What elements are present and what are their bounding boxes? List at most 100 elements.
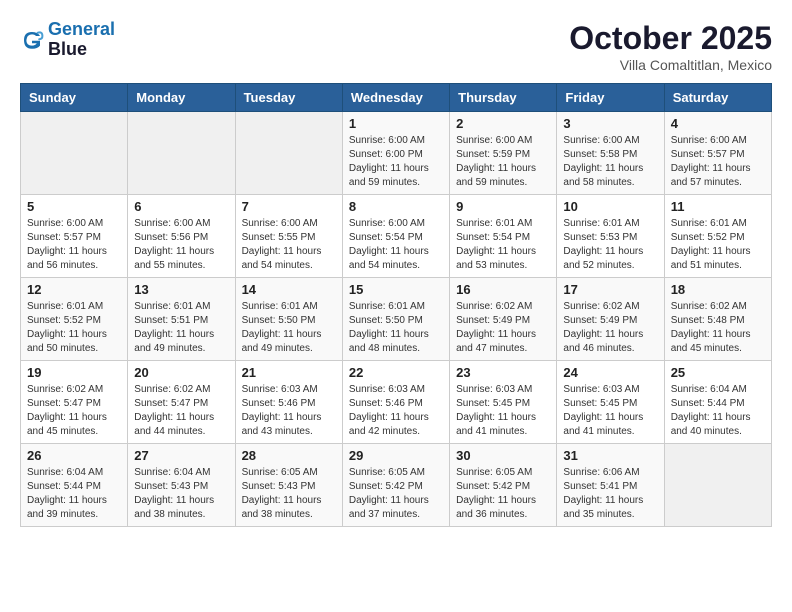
day-number: 23 — [456, 365, 550, 380]
calendar-cell: 28 Sunrise: 6:05 AM Sunset: 5:43 PM Dayli… — [235, 444, 342, 527]
calendar-cell: 22Sunrise: 6:03 AM Sunset: 5:46 PM Dayli… — [342, 361, 449, 444]
logo-icon — [20, 28, 44, 52]
day-number: 5 — [27, 199, 121, 214]
day-number: 25 — [671, 365, 765, 380]
day-info: Sunrise: 6:02 AM Sunset: 5:48 PM Dayligh… — [671, 300, 765, 356]
location: Villa Comaltitlan, Mexico — [569, 57, 772, 73]
day-number: 24 — [563, 365, 657, 380]
day-number: 28 — [242, 448, 336, 463]
weekday-header-monday: Monday — [128, 84, 235, 112]
weekday-header-tuesday: Tuesday — [235, 84, 342, 112]
day-info: Sunrise: 6:01 AM Sunset: 5:52 PM Dayligh… — [27, 300, 121, 356]
logo: General Blue — [20, 20, 115, 60]
calendar-cell: 26Sunrise: 6:04 AM Sunset: 5:44 PM Dayli… — [21, 444, 128, 527]
calendar-cell: 10 Sunrise: 6:01 AM Sunset: 5:53 PM Dayli… — [557, 195, 664, 278]
day-number: 16 — [456, 282, 550, 297]
day-number: 30 — [456, 448, 550, 463]
day-info: Sunrise: 6:00 AM Sunset: 6:00 PM Dayligh… — [349, 134, 443, 190]
calendar-body: 1 Sunrise: 6:00 AM Sunset: 6:00 PM Daylig… — [21, 112, 772, 527]
day-number: 6 — [134, 199, 228, 214]
day-number: 10 — [563, 199, 657, 214]
calendar-table: SundayMondayTuesdayWednesdayThursdayFrid… — [20, 83, 772, 527]
calendar-cell: 23 Sunrise: 6:03 AM Sunset: 5:45 PM Dayli… — [450, 361, 557, 444]
day-number: 1 — [349, 116, 443, 131]
weekday-header-thursday: Thursday — [450, 84, 557, 112]
day-info: Sunrise: 6:02 AM Sunset: 5:49 PM Dayligh… — [456, 300, 550, 356]
calendar-cell: 12Sunrise: 6:01 AM Sunset: 5:52 PM Dayli… — [21, 278, 128, 361]
weekday-header-wednesday: Wednesday — [342, 84, 449, 112]
calendar-cell: 29 Sunrise: 6:05 AM Sunset: 5:42 PM Dayli… — [342, 444, 449, 527]
calendar-cell: 24 Sunrise: 6:03 AM Sunset: 5:45 PM Dayli… — [557, 361, 664, 444]
day-number: 31 — [563, 448, 657, 463]
day-number: 20 — [134, 365, 228, 380]
day-info: Sunrise: 6:05 AM Sunset: 5:42 PM Dayligh… — [456, 466, 550, 522]
title-block: October 2025 Villa Comaltitlan, Mexico — [569, 20, 772, 73]
day-number: 2 — [456, 116, 550, 131]
day-number: 19 — [27, 365, 121, 380]
day-info: Sunrise: 6:01 AM Sunset: 5:53 PM Dayligh… — [563, 217, 657, 273]
day-info: Sunrise: 6:00 AM Sunset: 5:55 PM Dayligh… — [242, 217, 336, 273]
calendar-cell: 11Sunrise: 6:01 AM Sunset: 5:52 PM Dayli… — [664, 195, 771, 278]
weekday-header-saturday: Saturday — [664, 84, 771, 112]
day-info: Sunrise: 6:00 AM Sunset: 5:59 PM Dayligh… — [456, 134, 550, 190]
calendar-cell: 8 Sunrise: 6:00 AM Sunset: 5:54 PM Daylig… — [342, 195, 449, 278]
day-number: 22 — [349, 365, 443, 380]
day-info: Sunrise: 6:00 AM Sunset: 5:57 PM Dayligh… — [27, 217, 121, 273]
calendar-cell: 17 Sunrise: 6:02 AM Sunset: 5:49 PM Dayli… — [557, 278, 664, 361]
day-info: Sunrise: 6:00 AM Sunset: 5:56 PM Dayligh… — [134, 217, 228, 273]
day-number: 26 — [27, 448, 121, 463]
day-number: 29 — [349, 448, 443, 463]
calendar-cell: 7 Sunrise: 6:00 AM Sunset: 5:55 PM Daylig… — [235, 195, 342, 278]
page-header: General Blue October 2025 Villa Comaltit… — [20, 20, 772, 73]
calendar-cell: 25 Sunrise: 6:04 AM Sunset: 5:44 PM Dayli… — [664, 361, 771, 444]
calendar-cell: 13 Sunrise: 6:01 AM Sunset: 5:51 PM Dayli… — [128, 278, 235, 361]
calendar-week-3: 19 Sunrise: 6:02 AM Sunset: 5:47 PM Dayli… — [21, 361, 772, 444]
day-info: Sunrise: 6:03 AM Sunset: 5:46 PM Dayligh… — [242, 383, 336, 439]
day-info: Sunrise: 6:06 AM Sunset: 5:41 PM Dayligh… — [563, 466, 657, 522]
day-info: Sunrise: 6:04 AM Sunset: 5:43 PM Dayligh… — [134, 466, 228, 522]
day-info: Sunrise: 6:05 AM Sunset: 5:42 PM Dayligh… — [349, 466, 443, 522]
day-number: 14 — [242, 282, 336, 297]
weekday-header-row: SundayMondayTuesdayWednesdayThursdayFrid… — [21, 84, 772, 112]
day-number: 8 — [349, 199, 443, 214]
calendar-header: SundayMondayTuesdayWednesdayThursdayFrid… — [21, 84, 772, 112]
calendar-cell: 5 Sunrise: 6:00 AM Sunset: 5:57 PM Daylig… — [21, 195, 128, 278]
day-info: Sunrise: 6:01 AM Sunset: 5:51 PM Dayligh… — [134, 300, 228, 356]
day-info: Sunrise: 6:03 AM Sunset: 5:45 PM Dayligh… — [563, 383, 657, 439]
day-number: 13 — [134, 282, 228, 297]
calendar-cell: 3Sunrise: 6:00 AM Sunset: 5:58 PM Daylig… — [557, 112, 664, 195]
calendar-cell: 6 Sunrise: 6:00 AM Sunset: 5:56 PM Daylig… — [128, 195, 235, 278]
calendar-cell: 18 Sunrise: 6:02 AM Sunset: 5:48 PM Dayli… — [664, 278, 771, 361]
calendar-cell — [664, 444, 771, 527]
calendar-cell: 14 Sunrise: 6:01 AM Sunset: 5:50 PM Dayli… — [235, 278, 342, 361]
day-number: 7 — [242, 199, 336, 214]
calendar-cell: 9Sunrise: 6:01 AM Sunset: 5:54 PM Daylig… — [450, 195, 557, 278]
logo-line1: General — [48, 19, 115, 39]
logo-line2: Blue — [48, 40, 115, 60]
day-info: Sunrise: 6:04 AM Sunset: 5:44 PM Dayligh… — [671, 383, 765, 439]
day-info: Sunrise: 6:00 AM Sunset: 5:58 PM Dayligh… — [563, 134, 657, 190]
calendar-cell — [235, 112, 342, 195]
calendar-cell: 27Sunrise: 6:04 AM Sunset: 5:43 PM Dayli… — [128, 444, 235, 527]
day-info: Sunrise: 6:02 AM Sunset: 5:49 PM Dayligh… — [563, 300, 657, 356]
day-info: Sunrise: 6:00 AM Sunset: 5:54 PM Dayligh… — [349, 217, 443, 273]
day-info: Sunrise: 6:05 AM Sunset: 5:43 PM Dayligh… — [242, 466, 336, 522]
month-title: October 2025 — [569, 20, 772, 57]
day-number: 17 — [563, 282, 657, 297]
day-number: 18 — [671, 282, 765, 297]
day-number: 11 — [671, 199, 765, 214]
calendar-cell: 16 Sunrise: 6:02 AM Sunset: 5:49 PM Dayli… — [450, 278, 557, 361]
day-info: Sunrise: 6:03 AM Sunset: 5:45 PM Dayligh… — [456, 383, 550, 439]
calendar-cell: 4Sunrise: 6:00 AM Sunset: 5:57 PM Daylig… — [664, 112, 771, 195]
day-info: Sunrise: 6:00 AM Sunset: 5:57 PM Dayligh… — [671, 134, 765, 190]
day-info: Sunrise: 6:01 AM Sunset: 5:54 PM Dayligh… — [456, 217, 550, 273]
day-info: Sunrise: 6:01 AM Sunset: 5:50 PM Dayligh… — [242, 300, 336, 356]
day-info: Sunrise: 6:02 AM Sunset: 5:47 PM Dayligh… — [27, 383, 121, 439]
calendar-cell: 19 Sunrise: 6:02 AM Sunset: 5:47 PM Dayli… — [21, 361, 128, 444]
day-number: 15 — [349, 282, 443, 297]
calendar-cell: 20 Sunrise: 6:02 AM Sunset: 5:47 PM Dayli… — [128, 361, 235, 444]
calendar-week-2: 12Sunrise: 6:01 AM Sunset: 5:52 PM Dayli… — [21, 278, 772, 361]
calendar-cell: 31 Sunrise: 6:06 AM Sunset: 5:41 PM Dayli… — [557, 444, 664, 527]
day-info: Sunrise: 6:02 AM Sunset: 5:47 PM Dayligh… — [134, 383, 228, 439]
calendar-week-0: 1 Sunrise: 6:00 AM Sunset: 6:00 PM Daylig… — [21, 112, 772, 195]
